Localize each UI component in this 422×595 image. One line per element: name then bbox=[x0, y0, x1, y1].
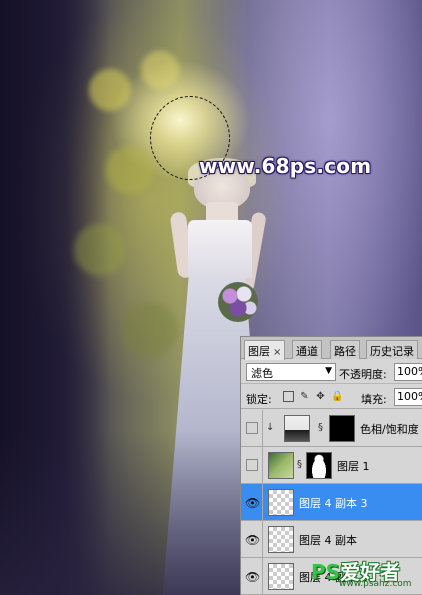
opacity-label: 不透明度: bbox=[339, 368, 387, 381]
layer-row-layer-4-copy[interactable]: 👁 图层 4 副本 bbox=[241, 521, 422, 558]
bride-bodice bbox=[188, 220, 252, 278]
fill-label: 填充: bbox=[361, 393, 387, 406]
blend-mode-value: 滤色 bbox=[251, 367, 273, 380]
clip-arrow-icon: ↓ bbox=[266, 422, 275, 433]
visibility-toggle[interactable] bbox=[241, 410, 263, 447]
layer-thumbnail bbox=[268, 489, 294, 516]
lock-row: 锁定: ✎ ✥ 🔒 填充: 100% bbox=[241, 385, 422, 409]
site-logo: PS爱好者 www.psahz.com bbox=[311, 556, 419, 593]
visibility-toggle[interactable]: 👁 bbox=[241, 521, 263, 558]
tab-layers[interactable]: 图层 × bbox=[244, 340, 286, 360]
visibility-toggle[interactable]: 👁 bbox=[241, 484, 263, 521]
eye-icon: 👁 bbox=[245, 570, 261, 584]
layer-row-hue-saturation[interactable]: ↓ § 色相/饱和度 bbox=[241, 410, 422, 447]
chain-link-icon[interactable]: § bbox=[297, 459, 302, 470]
layer-row-layer-4-copy-3[interactable]: 👁 图层 4 副本 3 bbox=[241, 484, 422, 521]
eye-icon: 👁 bbox=[245, 533, 261, 547]
chain-link-icon[interactable]: § bbox=[318, 422, 323, 433]
mask-thumbnail bbox=[329, 415, 355, 442]
layer-row-layer-1[interactable]: § 图层 1 bbox=[241, 447, 422, 484]
lock-pixels-icon[interactable]: ✎ bbox=[299, 391, 310, 402]
opacity-input[interactable]: 100% bbox=[394, 363, 422, 381]
visibility-toggle[interactable] bbox=[241, 447, 263, 484]
panel-tab-bar: 图层 × 通道 路径 历史记录 bbox=[241, 337, 422, 360]
fill-input[interactable]: 100% bbox=[394, 388, 422, 406]
mask-thumbnail bbox=[306, 452, 332, 479]
close-icon[interactable]: × bbox=[273, 347, 281, 358]
bouquet bbox=[218, 282, 258, 322]
visibility-toggle[interactable]: 👁 bbox=[241, 558, 263, 595]
lock-transparency-icon[interactable] bbox=[283, 391, 294, 402]
dropdown-arrow-icon: ▼ bbox=[325, 366, 332, 376]
watermark: www.68ps.com bbox=[199, 154, 372, 178]
layer-thumbnail bbox=[268, 452, 294, 479]
layer-thumbnail bbox=[268, 526, 294, 553]
layer-name: 图层 4 副本 3 bbox=[299, 497, 368, 510]
blend-row: 滤色 ▼ 不透明度: 100% bbox=[241, 360, 422, 384]
tab-layers-label: 图层 bbox=[248, 345, 270, 358]
adjustment-thumbnail bbox=[284, 415, 310, 442]
tab-history-label: 历史记录 bbox=[370, 345, 414, 358]
layer-name: 色相/饱和度 bbox=[360, 423, 419, 436]
visibility-off-box bbox=[246, 422, 258, 434]
logo-url: www.psahz.com bbox=[339, 579, 412, 589]
tab-paths[interactable]: 路径 bbox=[330, 340, 360, 359]
lock-label: 锁定: bbox=[246, 393, 272, 406]
tab-channels[interactable]: 通道 bbox=[292, 340, 322, 359]
tab-channels-label: 通道 bbox=[296, 345, 318, 358]
lock-all-icon[interactable]: 🔒 bbox=[331, 391, 343, 402]
blend-mode-select[interactable]: 滤色 ▼ bbox=[246, 363, 336, 381]
tab-history[interactable]: 历史记录 bbox=[366, 340, 418, 359]
tab-paths-label: 路径 bbox=[334, 345, 356, 358]
visibility-off-box bbox=[246, 459, 258, 471]
layer-thumbnail bbox=[268, 563, 294, 590]
eye-icon: 👁 bbox=[245, 496, 261, 510]
logo-ps: PS bbox=[311, 560, 341, 584]
layer-name: 图层 1 bbox=[337, 460, 370, 473]
lock-position-icon[interactable]: ✥ bbox=[315, 391, 326, 402]
layer-name: 图层 4 副本 bbox=[299, 534, 357, 547]
